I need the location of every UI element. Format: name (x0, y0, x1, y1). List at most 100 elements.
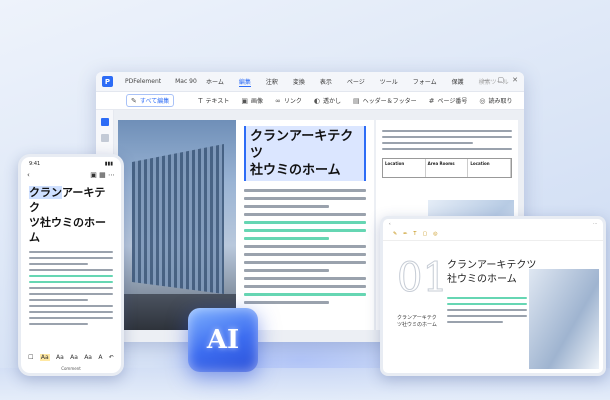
text-line (29, 305, 113, 307)
signal-icon: ▮▮▮ (104, 161, 113, 167)
minimize-icon[interactable]: — (483, 76, 490, 84)
tablet-title: クランアーキテクツ 社ウミのホーム (447, 259, 536, 287)
highlight-tool-icon[interactable]: ✎ (393, 231, 397, 238)
highlighted-text-line (244, 221, 366, 224)
text-line (382, 142, 473, 144)
highlighted-text-line (244, 293, 366, 296)
undo-icon[interactable]: ↶ (109, 354, 114, 361)
read-mode-label: 読み取り (488, 98, 513, 105)
phone-title-selection: クラン (29, 186, 62, 199)
more-icon[interactable]: ⋯ (108, 171, 115, 179)
building-facade (132, 144, 224, 294)
text-icon: T (198, 96, 203, 105)
tablet-status-bar: ‹ ⋯ (383, 219, 603, 229)
phone-title-line-2: ツ社ウミのホーム (29, 216, 106, 244)
text-line (29, 317, 113, 319)
add-image-button[interactable]: ▣ 画像 (241, 96, 263, 106)
edit-toolbar: ✎ すべて編集 T テキスト ▣ 画像 ∞ リンク ◐ 透かし ▤ ヘッダー＆フ… (96, 92, 524, 110)
maximize-icon[interactable]: ▢ (498, 76, 505, 84)
save-icon[interactable]: ▣ (90, 171, 97, 179)
headline-line-1: クランアーキテクツ (250, 129, 354, 161)
text-style-button[interactable]: Aa (39, 354, 50, 361)
checkbox-icon[interactable]: ☐ (28, 354, 33, 361)
phone-document-title[interactable]: クランアーキテク ツ社ウミのホーム (21, 179, 121, 247)
text-line (29, 299, 88, 301)
menu-edit[interactable]: 編集 (238, 77, 251, 87)
text-line (447, 309, 527, 311)
text-style-button[interactable]: Aa (84, 354, 92, 361)
text-line (244, 277, 366, 280)
text-tool-icon[interactable]: T (413, 231, 416, 238)
font-color-button[interactable]: A (98, 354, 102, 361)
text-line (244, 205, 330, 208)
page-number-button[interactable]: # ページ番号 (428, 96, 468, 106)
phone-actions: ▣ ▦ ⋯ (90, 171, 115, 179)
page-number-label: ページ番号 (437, 98, 468, 105)
pen-tool-icon[interactable]: ✏ (403, 231, 407, 238)
table-header: Location (383, 159, 426, 177)
shape-tool-icon[interactable]: ▢ (422, 231, 427, 238)
table-header: Location (468, 159, 511, 177)
menu-form[interactable]: フォーム (413, 77, 437, 87)
add-link-button[interactable]: ∞ リンク (274, 96, 302, 106)
text-line (244, 261, 366, 264)
menu-tools[interactable]: ツール (380, 77, 398, 87)
text-line (29, 263, 88, 265)
menu-page[interactable]: ページ (347, 77, 365, 87)
tablet-subtitle: クランアーキテク ツ社ウミのホーム (397, 315, 443, 329)
grid-icon[interactable]: ▦ (99, 171, 106, 179)
window-controls: — ▢ ✕ (483, 76, 519, 84)
link-icon: ∞ (274, 96, 281, 105)
text-line (244, 253, 366, 256)
phone-nav: ‹ ▣ ▦ ⋯ (21, 171, 121, 179)
phone-footer-label: Comment (61, 366, 81, 371)
header-footer-label: ヘッダー＆フッター (362, 98, 417, 105)
info-table: Location Area Rooms Location (382, 158, 512, 178)
tablet-back-icon[interactable]: ‹ (389, 221, 391, 227)
edit-all-button[interactable]: ✎ すべて編集 (126, 94, 175, 107)
thumbnail-panel-icon[interactable] (101, 118, 109, 126)
text-line (29, 323, 88, 325)
phone-body-text (21, 251, 121, 325)
text-line (244, 269, 330, 272)
phone-time: 9:41 (29, 161, 41, 167)
watermark-label: 透かし (322, 98, 341, 105)
back-icon[interactable]: ‹ (27, 171, 30, 179)
app-logo-icon: P (102, 76, 113, 87)
close-icon[interactable]: ✕ (512, 76, 518, 84)
image-icon: ▣ (241, 96, 248, 105)
bookmark-panel-icon[interactable] (101, 134, 109, 142)
add-text-button[interactable]: T テキスト (198, 96, 229, 106)
menu-view[interactable]: 表示 (320, 77, 332, 87)
selected-headline-textbox[interactable]: クランアーキテクツ 社ウミのホーム (244, 126, 366, 181)
text-line (447, 321, 503, 323)
stamp-tool-icon[interactable]: ◎ (433, 231, 437, 238)
document-tabs: PDFelement Mac 90 (125, 78, 197, 85)
menu-home[interactable]: ホーム (206, 77, 224, 87)
text-line (29, 293, 113, 295)
text-line (244, 213, 366, 216)
highlighted-text-line (29, 275, 113, 277)
menu-convert[interactable]: 変換 (293, 77, 305, 87)
tablet-menu-icon[interactable]: ⋯ (593, 221, 597, 227)
phone-format-bar: ☐ Aa Aa Aa Aa A ↶ (21, 352, 121, 363)
menu-comment[interactable]: 注釈 (266, 77, 278, 87)
pencil-icon: ✎ (131, 96, 137, 105)
document-page-center: クランアーキテクツ 社ウミのホーム (236, 120, 374, 330)
watermark-button[interactable]: ◐ 透かし (314, 96, 341, 106)
text-style-button[interactable]: Aa (70, 354, 78, 361)
text-line (382, 148, 512, 150)
text-style-button[interactable]: Aa (56, 354, 64, 361)
header-footer-button[interactable]: ▤ ヘッダー＆フッター (353, 96, 417, 106)
tab-mac[interactable]: Mac 90 (175, 78, 197, 85)
tab-pdfelement[interactable]: PDFelement (125, 78, 161, 85)
page-number-icon: # (428, 96, 435, 105)
body-text[interactable] (244, 189, 366, 304)
text-line (244, 245, 366, 248)
menu-protect[interactable]: 保護 (452, 77, 464, 87)
text-line (382, 136, 512, 138)
chapter-number: 01 (397, 255, 449, 302)
tablet-body-text (447, 293, 527, 327)
text-line (29, 257, 113, 259)
read-mode-button[interactable]: ◎ 読み取り (479, 96, 513, 106)
